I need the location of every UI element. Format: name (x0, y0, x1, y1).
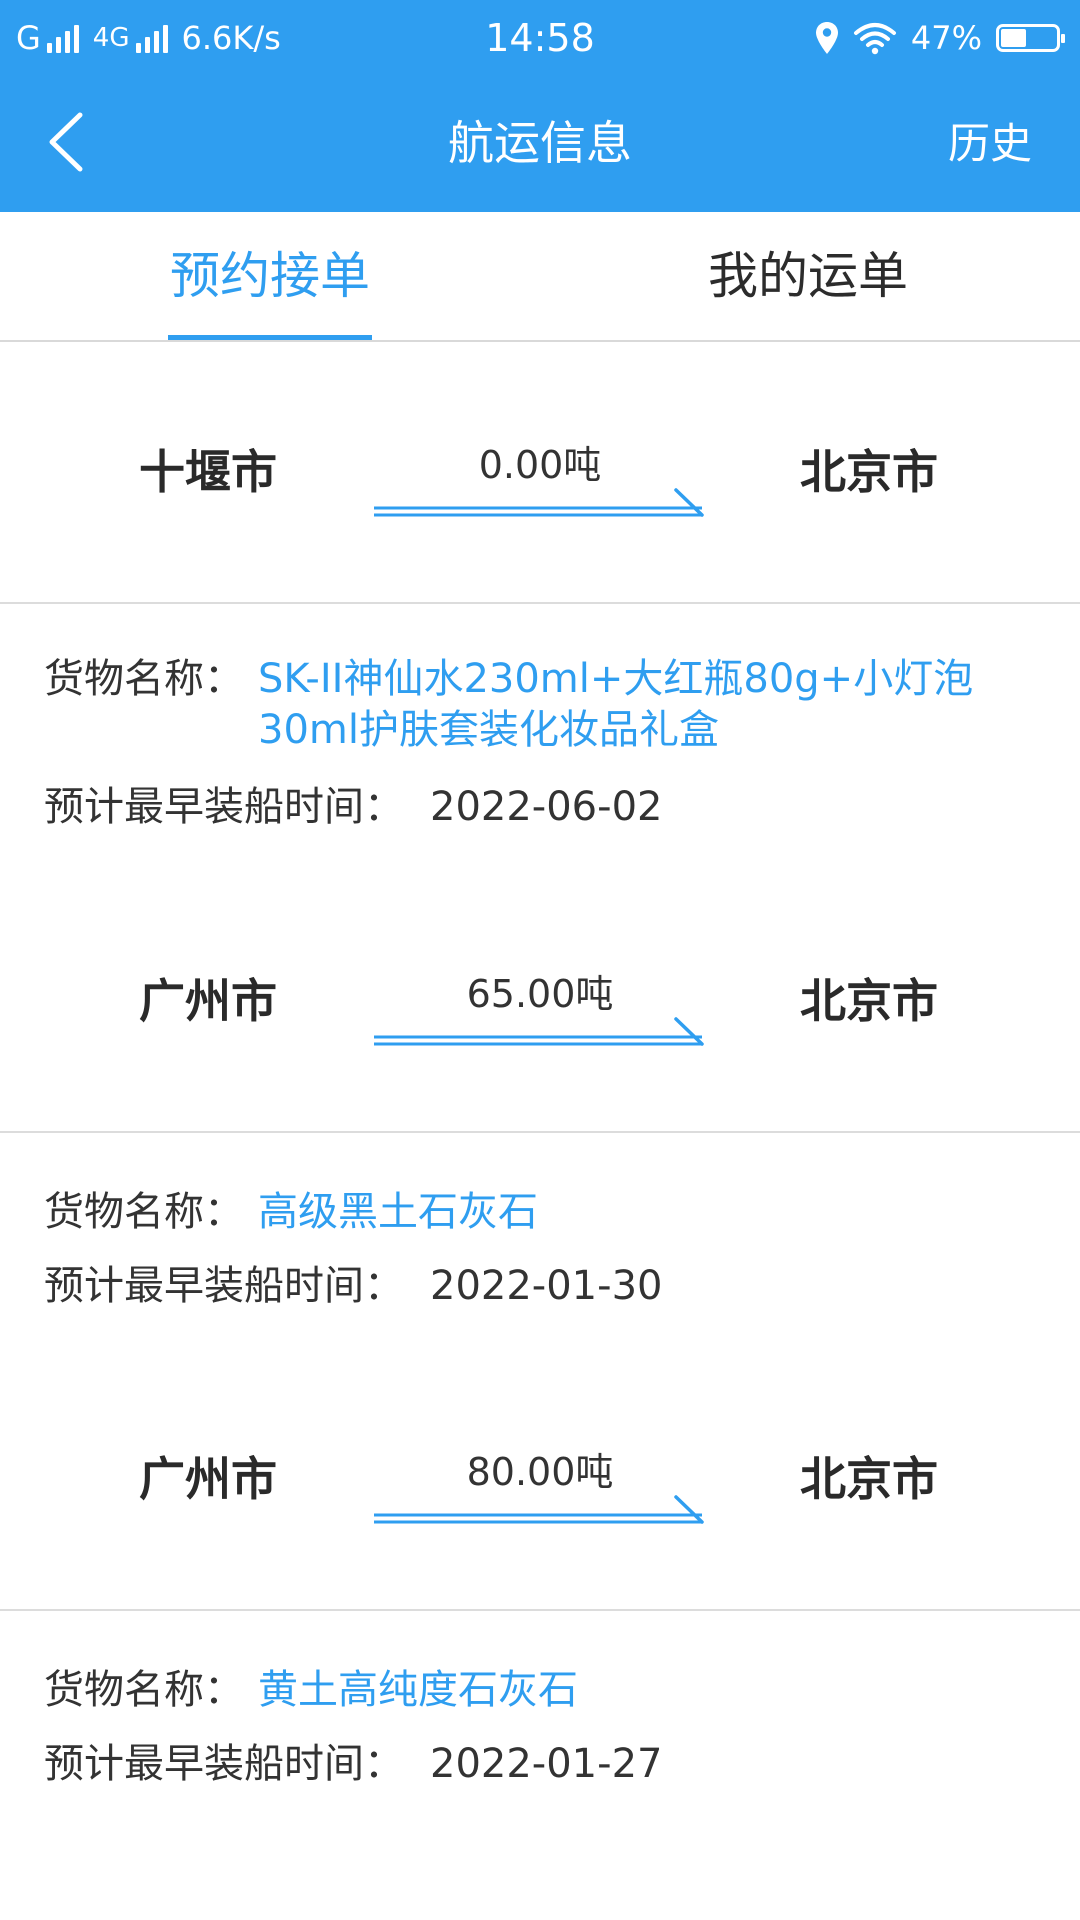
goods-name: SK-II神仙水230ml+大红瓶80g+小灯泡30ml护肤套装化妆品礼盒 (258, 656, 974, 753)
destination-city: 北京市 (800, 1452, 938, 1506)
battery-level (1001, 29, 1026, 47)
tonnage: 80.00吨 (466, 1450, 614, 1494)
goods-label: 货物名称： (44, 1189, 244, 1235)
route: 广州市 80.00吨 北京市 (0, 1349, 1080, 1611)
route-arrow-icon (374, 1495, 704, 1524)
goods-name: 高级黑土石灰石 (258, 1189, 538, 1235)
tab-my-waybills[interactable]: 我的运单 (706, 212, 910, 340)
date-label: 预计最早装船时间： (44, 784, 404, 830)
history-button[interactable]: 历史 (948, 75, 1032, 212)
page-title: 航运信息 (448, 116, 632, 170)
date-label: 预计最早装船时间： (44, 1263, 404, 1309)
tonnage: 65.00吨 (466, 972, 614, 1016)
route-arrow-icon (374, 488, 704, 517)
origin-city: 广州市 (139, 1452, 277, 1506)
loading-date: 2022-01-30 (430, 1263, 663, 1309)
wifi-icon (853, 23, 896, 55)
tab-active-indicator (168, 335, 372, 340)
back-button[interactable] (36, 107, 106, 177)
status-right: 47% (815, 14, 1065, 62)
tab-reservation[interactable]: 预约接单 (168, 212, 372, 340)
location-icon (815, 22, 838, 54)
loading-date: 2022-01-27 (430, 1741, 663, 1787)
origin-city: 十堰市 (139, 445, 277, 499)
loading-date: 2022-06-02 (430, 784, 663, 830)
destination-city: 北京市 (800, 974, 938, 1028)
destination-city: 北京市 (800, 445, 938, 499)
route: 广州市 65.00吨 北京市 (0, 871, 1080, 1133)
tab-label: 预约接单 (170, 247, 370, 305)
date-label: 预计最早装船时间： (44, 1741, 404, 1787)
battery-percent: 47% (910, 19, 982, 57)
nav-bar: 航运信息 历史 (0, 75, 1080, 212)
goods-label: 货物名称： (44, 1667, 244, 1713)
header: G 4G 6.6K/s 14:58 47% 航运信息 历史 (0, 0, 1080, 212)
origin-city: 广州市 (139, 974, 277, 1028)
goods-label: 货物名称： (44, 656, 244, 702)
tonnage: 0.00吨 (478, 443, 602, 487)
battery-icon (996, 24, 1065, 52)
tab-label: 我的运单 (708, 247, 908, 305)
goods-name: 黄土高纯度石灰石 (258, 1667, 578, 1713)
status-bar: G 4G 6.6K/s 14:58 47% (0, 0, 1080, 75)
route-arrow-icon (374, 1017, 704, 1046)
tab-bar: 预约接单 我的运单 (0, 212, 1080, 342)
chevron-left-icon (49, 112, 83, 172)
route: 十堰市 0.00吨 北京市 (0, 342, 1080, 604)
